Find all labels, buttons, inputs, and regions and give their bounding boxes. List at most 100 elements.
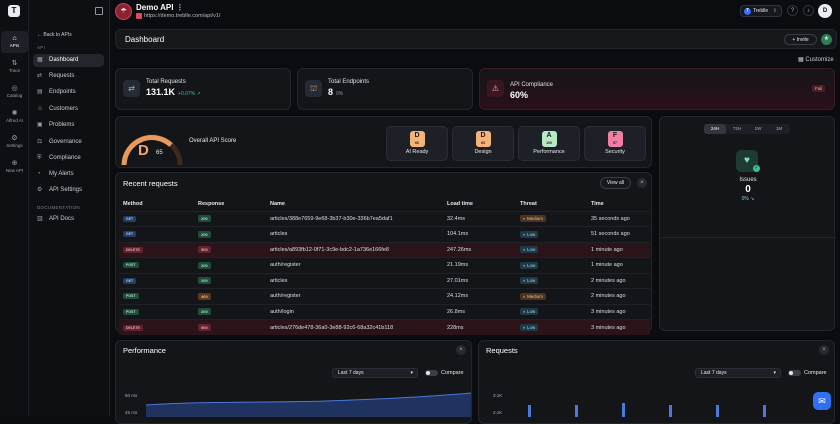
- request-name: auth/register: [270, 288, 447, 304]
- load-time: 32.4ms: [447, 210, 520, 227]
- rail-item-new-api[interactable]: ⊕ New API: [1, 156, 28, 178]
- tab-24h[interactable]: 24H: [704, 124, 726, 134]
- table-row[interactable]: POST 400 auth/register 24.12ms ◐ Medium 2 min…: [119, 288, 650, 304]
- issues-card: 24H 72H 1W 1M ♥ ✓ Issues 0 0% ↘: [659, 116, 836, 331]
- dashboard-icon: ▦: [37, 57, 43, 63]
- section-title: Recent requests: [123, 179, 178, 188]
- chat-icon[interactable]: ✉: [813, 392, 831, 410]
- load-time: 24.12ms: [447, 288, 520, 304]
- sidebar-item-compliance[interactable]: ⛨ Compliance: [33, 152, 104, 165]
- api-avatar-icon: ☂: [115, 3, 132, 20]
- rail-item-trace[interactable]: ⇅ Trace: [1, 56, 28, 78]
- view-all-button[interactable]: View all: [600, 177, 631, 189]
- load-time: 104.1ms: [447, 226, 520, 242]
- request-time: 2 minutes ago: [591, 272, 650, 289]
- dashboard-header: Dashboard + Invite ★: [115, 29, 837, 49]
- api-url[interactable]: https://demo.treblle.com/api/v1/: [144, 13, 220, 19]
- grade-performance[interactable]: A 100 Performance: [518, 126, 580, 161]
- stat-total-requests[interactable]: ⇄ Total Requests 131.1K +0.07% ↗: [115, 68, 291, 110]
- grade-badge: D 63: [475, 131, 491, 147]
- method-badge: GET: [123, 215, 137, 222]
- sidebar-item-endpoints[interactable]: ▤ Endpoints: [33, 86, 104, 99]
- requests-icon: ⇄: [37, 73, 43, 79]
- table-row[interactable]: GET 200 articles 27.01ms ◐ Low 2 minutes ago: [119, 272, 650, 289]
- rail-item-alfred-ai[interactable]: ✺ Alfred AI: [1, 106, 28, 128]
- table-row[interactable]: GET 200 articles 104.1ms ◐ Low 51 seconds ago: [119, 226, 650, 242]
- org-switcher[interactable]: T Treblle ⇕: [740, 5, 782, 17]
- rail-item-apis[interactable]: ⌂ APIs: [1, 31, 28, 53]
- request-name: auth/register: [270, 257, 447, 273]
- score-value: 65: [156, 150, 163, 156]
- endpoints-icon: ⛫: [305, 80, 322, 97]
- request-time: 1 minute ago: [591, 257, 650, 273]
- api-name[interactable]: Demo API ⋮: [136, 3, 184, 12]
- star-icon[interactable]: ★: [821, 34, 832, 45]
- bar: [763, 405, 766, 417]
- score-gauge-icon: [121, 134, 183, 166]
- close-icon[interactable]: ×: [637, 178, 647, 188]
- date-range-select[interactable]: Last 7 days ▾: [332, 368, 418, 378]
- sidebar-item-api-settings[interactable]: ⚙ API Settings: [33, 184, 104, 197]
- divider: [660, 237, 836, 238]
- stat-total-endpoints[interactable]: ⛫ Total Endpoints 8 0%: [297, 68, 473, 110]
- recent-requests-card: Recent requests View all × Method Respon…: [115, 172, 652, 335]
- issues-label: Issues: [739, 177, 757, 183]
- threat-badge: ◐ Medium: [520, 292, 546, 300]
- tab-1m[interactable]: 1M: [768, 124, 790, 134]
- tab-72h[interactable]: 72H: [726, 124, 748, 134]
- customize-button[interactable]: ▦ Customize: [798, 56, 834, 63]
- request-name: articles: [270, 272, 447, 289]
- table-row[interactable]: GET 200 articles/388e7659-9e68-3b37-b30e-3…: [119, 210, 650, 227]
- top-bar: ☂ Demo API ⋮ https://demo.treblle.com/ap…: [110, 0, 840, 24]
- sidebar-item-governance[interactable]: ⚖ Governance: [33, 136, 104, 149]
- trace-icon: ⇅: [11, 60, 18, 67]
- back-to-apis-link[interactable]: ← Back to APIs: [37, 32, 72, 38]
- performance-card: Performance × Last 7 days ▾ Compare 60 ms…: [115, 340, 472, 424]
- endpoints-icon: ▤: [37, 89, 43, 95]
- response-badge: 200: [198, 277, 211, 285]
- governance-icon: ⚖: [37, 139, 43, 145]
- grade-ai-ready[interactable]: D 60 AI Ready: [386, 126, 448, 161]
- y-tick: 45 ms: [125, 410, 138, 415]
- collapse-sidebar-icon[interactable]: [95, 7, 103, 15]
- close-icon[interactable]: ×: [456, 345, 466, 355]
- sidebar-item-api-docs[interactable]: ▥ API Docs: [33, 213, 104, 226]
- threat-badge: ◐ Low: [520, 246, 539, 254]
- user-avatar[interactable]: D: [818, 4, 832, 18]
- close-icon[interactable]: ×: [819, 345, 829, 355]
- response-badge: 200: [198, 230, 211, 238]
- sidebar-item-my-alerts[interactable]: ◔ My Alerts: [33, 168, 104, 181]
- method-badge: GET: [123, 277, 137, 284]
- rail-item-settings[interactable]: ⚙ Settings: [1, 131, 28, 153]
- section-title: Performance: [123, 346, 166, 355]
- sidebar-item-requests[interactable]: ⇄ Requests: [33, 70, 104, 83]
- rail-item-catalog[interactable]: ◎ Catalog: [1, 81, 28, 103]
- table-row[interactable]: DELETE 500 articles/a893fb12-0f71-3c9e-bdc…: [119, 241, 650, 258]
- bell-icon[interactable]: ♪: [803, 5, 814, 16]
- compare-toggle[interactable]: [788, 370, 801, 376]
- date-range-select[interactable]: Last 7 days ▾: [695, 368, 781, 378]
- treblle-logo-icon[interactable]: T: [8, 5, 20, 17]
- invite-button[interactable]: + Invite: [784, 34, 817, 45]
- org-logo-icon: T: [744, 8, 751, 15]
- y-tick: 60 ms: [125, 393, 138, 398]
- grade-security[interactable]: F 57 Security: [584, 126, 646, 161]
- sidebar-item-customers[interactable]: ☺ Customers: [33, 103, 104, 116]
- column-header: Threat: [520, 200, 537, 207]
- sidebar-item-problems[interactable]: ▣ Problems: [33, 119, 104, 132]
- table-row[interactable]: POST 200 auth/register 21.19ms ◐ Low 1 minute…: [119, 257, 650, 273]
- grade-design[interactable]: D 63 Design: [452, 126, 514, 161]
- stat-api-compliance[interactable]: ⚠ API Compliance 60% Fail: [479, 68, 835, 110]
- requests-chart-card: Requests × Last 7 days ▾ Compare 3.1K 2.1…: [478, 340, 835, 424]
- request-name: auth/login: [270, 303, 447, 320]
- sidebar-item-dashboard[interactable]: ▦ Dashboard: [33, 54, 104, 67]
- tab-1w[interactable]: 1W: [748, 124, 768, 134]
- request-name: articles/a893fb12-0f71-3c9e-bdc2-1a736e1…: [270, 241, 447, 258]
- help-icon[interactable]: ?: [787, 5, 798, 16]
- more-options-icon[interactable]: ⋮: [176, 3, 184, 12]
- table-row[interactable]: DELETE 500 articles/276de478-36a0-3e88-92c…: [119, 319, 650, 335]
- response-badge: 400: [198, 292, 211, 300]
- table-row[interactable]: POST 200 auth/login 26.8ms ◐ Low 3 minutes ag…: [119, 303, 650, 320]
- compare-toggle[interactable]: [425, 370, 438, 376]
- grade-badge: D 60: [409, 131, 425, 147]
